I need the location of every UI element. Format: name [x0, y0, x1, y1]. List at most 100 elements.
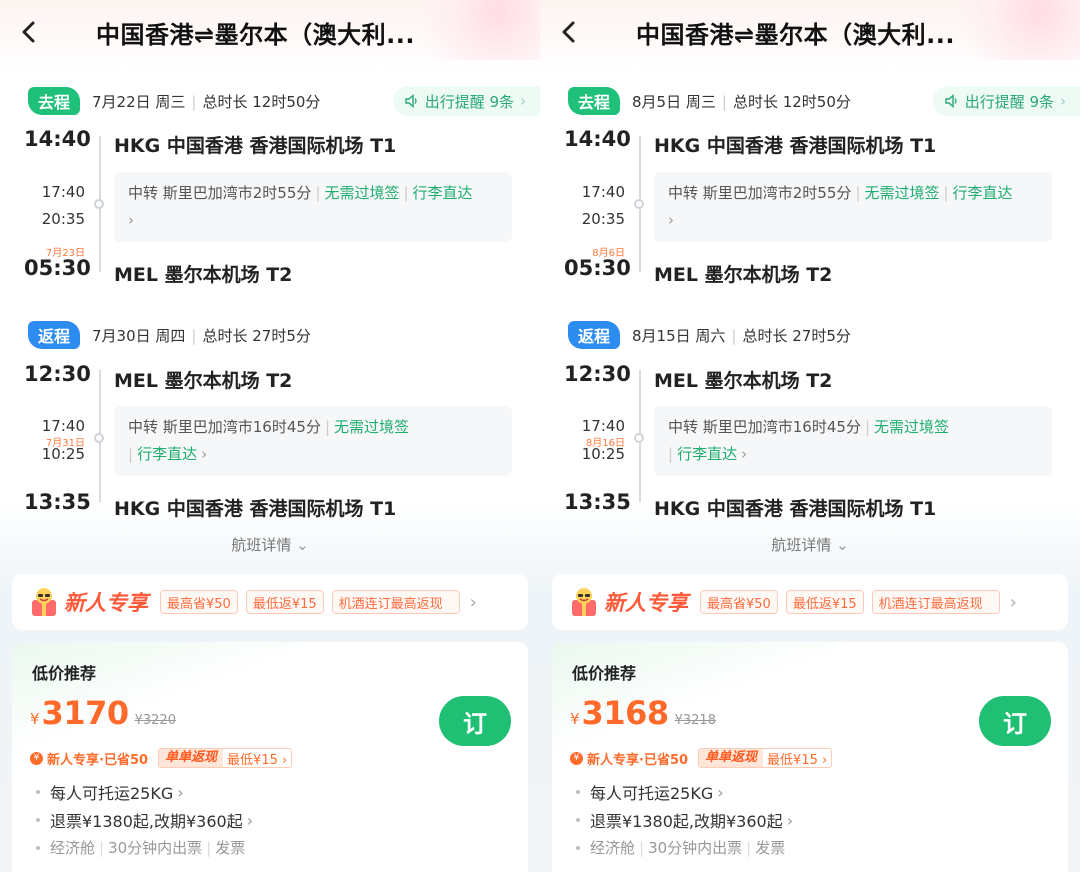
outbound-transfer-text: 中转 斯里巴加湾市2时55分 [668, 184, 852, 202]
promo-chip-save: 最高省¥50 [700, 590, 778, 614]
inbound-arr-time: 13:35 [24, 490, 91, 514]
promo-title: 新人专享 [64, 591, 148, 615]
cashback-badge: 单单返现 最低¥15 › [698, 748, 833, 768]
inbound-transfer-chevron-icon: › [201, 445, 208, 463]
back-chevron-icon[interactable] [558, 20, 580, 44]
benefit-row[interactable]: ¥ 新人专享·已省50 单单返现 最低¥15 › [570, 748, 833, 768]
price-card[interactable]: 低价推荐 ¥3168 ¥3218 订 ¥ 新人专享·已省50 单单返现 最低¥15 … [552, 642, 1068, 872]
price: ¥3168 ¥3218 [570, 694, 716, 732]
inbound-baggage-tag: 行李直达 [677, 445, 738, 463]
benefit-row[interactable]: ¥ 新人专享·已省50 单单返现 最低¥15 › [30, 748, 293, 768]
outbound-dep-airport: HKG 中国香港 香港国际机场 T1 [114, 135, 397, 157]
speaker-icon [404, 94, 417, 108]
flight-panel-left: 中国香港⇌墨尔本（澳大利... 去程 7月22日 周三 | 总时长 12时50分 出… [0, 0, 540, 872]
outbound-stop-dep: 20:35 [41, 210, 85, 228]
outbound-header: 去程 8月5日 周三 | 总时长 12时50分 出行提醒 9条 › [568, 86, 1080, 116]
card-title: 低价推荐 [572, 664, 637, 683]
outbound-baggage-tag: 行李直达 [952, 184, 1013, 202]
newcomer-saved: 新人专享·已省50 [47, 752, 149, 768]
outbound-dep-airport: HKG 中国香港 香港国际机场 T1 [654, 135, 937, 157]
newcomer-promo-banner[interactable]: 新人专享 最高省¥50 最低返¥15 机酒连订最高返现 › [12, 574, 528, 630]
book-button[interactable]: 订 [979, 696, 1051, 746]
inbound-tag: 返程 [28, 321, 81, 349]
inbound-header: 返程 8月15日 周六 | 总时长 27时5分 [568, 320, 1080, 350]
cabin-feature: 经济舱 | 30分钟内出票 | 发票 [36, 837, 245, 858]
book-button[interactable]: 订 [439, 696, 511, 746]
outbound-stop-arr: 17:40 [41, 183, 85, 201]
inbound-arr-airport: HKG 中国香港 香港国际机场 T1 [654, 498, 937, 520]
newcomer-promo-banner[interactable]: 新人专享 最高省¥50 最低返¥15 机酒连订最高返现 › [552, 574, 1068, 630]
inbound-dep-time: 12:30 [24, 362, 91, 386]
nav-bar: 中国香港⇌墨尔本（澳大利... [540, 0, 1080, 64]
outbound-visa-tag: 无需过境签 [864, 184, 940, 202]
inbound-stop-arr: 17:40 [581, 417, 625, 435]
inbound-stop-dep: 10:25 [41, 445, 85, 463]
promo-title: 新人专享 [604, 591, 688, 615]
flight-details-toggle[interactable]: 航班详情 ⌄ [540, 534, 1080, 555]
outbound-stop-dep: 20:35 [581, 210, 625, 228]
promo-chip-cashback: 最低返¥15 [245, 590, 324, 614]
coin-icon: ¥ [30, 751, 43, 765]
inbound-baggage-tag: 行李直达 [137, 445, 198, 463]
inbound-visa-tag: 无需过境签 [874, 418, 950, 436]
original-price: ¥3218 [674, 713, 716, 728]
chevron-down-icon: ⌄ [296, 536, 309, 554]
inbound-dep-airport: MEL 墨尔本机场 T2 [114, 370, 293, 392]
outbound-date-info: 8月5日 周三 | 总时长 12时50分 [632, 92, 851, 111]
nav-bar: 中国香港⇌墨尔本（澳大利... [0, 0, 540, 64]
inbound-transfer-text: 中转 斯里巴加湾市16时45分 [128, 418, 321, 436]
outbound-arr-airport: MEL 墨尔本机场 T2 [654, 264, 833, 286]
price-value: 3170 [41, 694, 130, 732]
refund-feature[interactable]: 退票¥1380起,改期¥360起 › [576, 808, 793, 832]
outbound-transfer-box[interactable]: 中转 斯里巴加湾市2时55分 | 无需过境签 | 行李直达 › [114, 172, 512, 242]
inbound-header: 返程 7月30日 周四 | 总时长 27时5分 [28, 320, 540, 350]
chevron-down-icon: ⌄ [836, 536, 849, 554]
inbound-stop-dep: 10:25 [581, 445, 625, 463]
inbound-date-info: 8月15日 周六 | 总时长 27时5分 [632, 326, 851, 345]
outbound-stop-dot [634, 199, 644, 209]
outbound-transfer-chevron-icon: › [128, 211, 134, 229]
price-card[interactable]: 低价推荐 ¥3170 ¥3220 订 ¥ 新人专享·已省50 单单返现 最低¥15 … [12, 642, 528, 872]
travel-reminder-button[interactable]: 出行提醒 9条 › [392, 86, 540, 116]
back-chevron-icon[interactable] [18, 20, 40, 44]
gift-mascot-icon [572, 588, 596, 616]
inbound-tag: 返程 [568, 321, 621, 349]
flight-details-toggle[interactable]: 航班详情 ⌄ [0, 534, 540, 555]
coin-icon: ¥ [570, 751, 583, 765]
inbound-arr-time: 13:35 [564, 490, 631, 514]
inbound-dep-airport: MEL 墨尔本机场 T2 [654, 370, 833, 392]
outbound-stop-dot [94, 199, 104, 209]
outbound-stop-arr: 17:40 [581, 183, 625, 201]
outbound-visa-tag: 无需过境签 [324, 184, 400, 202]
inbound-transfer-box[interactable]: 中转 斯里巴加湾市16时45分 | 无需过境签 | 行李直达 › [114, 406, 512, 476]
outbound-transfer-box[interactable]: 中转 斯里巴加湾市2时55分 | 无需过境签 | 行李直达 › [654, 172, 1052, 242]
outbound-arr-airport: MEL 墨尔本机场 T2 [114, 264, 293, 286]
outbound-tag: 去程 [568, 87, 621, 115]
inbound-stop-dot [94, 433, 104, 443]
original-price: ¥3220 [134, 713, 176, 728]
promo-chip-hotel: 机酒连订最高返现 [871, 590, 1000, 614]
price-value: 3168 [581, 694, 670, 732]
outbound-tag: 去程 [28, 87, 81, 115]
inbound-stop-dot [634, 433, 644, 443]
travel-reminder-button[interactable]: 出行提醒 9条 › [932, 86, 1080, 116]
outbound-transfer-text: 中转 斯里巴加湾市2时55分 [128, 184, 312, 202]
outbound-transfer-chevron-icon: › [668, 211, 674, 229]
newcomer-saved: 新人专享·已省50 [587, 752, 689, 768]
promo-chevron-icon: › [469, 591, 477, 613]
refund-feature[interactable]: 退票¥1380起,改期¥360起 › [36, 808, 253, 832]
card-title: 低价推荐 [32, 664, 97, 683]
outbound-arr-time: 05:30 [24, 256, 91, 280]
inbound-arr-airport: HKG 中国香港 香港国际机场 T1 [114, 498, 397, 520]
inbound-transfer-box[interactable]: 中转 斯里巴加湾市16时45分 | 无需过境签 | 行李直达 › [654, 406, 1052, 476]
outbound-baggage-tag: 行李直达 [412, 184, 473, 202]
baggage-feature[interactable]: 每人可托运25KG › [576, 780, 724, 804]
speaker-icon [944, 94, 957, 108]
outbound-dep-time: 14:40 [24, 127, 91, 151]
travel-reminder-label: 出行提醒 9条 [964, 92, 1054, 111]
baggage-feature[interactable]: 每人可托运25KG › [36, 780, 184, 804]
inbound-stop-arr: 17:40 [41, 417, 85, 435]
inbound-visa-tag: 无需过境签 [334, 418, 410, 436]
promo-chip-save: 最高省¥50 [160, 590, 238, 614]
price: ¥3170 ¥3220 [30, 694, 176, 732]
